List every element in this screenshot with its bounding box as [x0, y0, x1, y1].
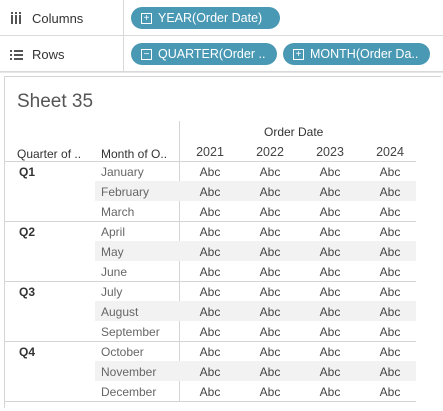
table-cell[interactable]: Abc — [246, 365, 294, 379]
table-cell[interactable]: Abc — [306, 385, 354, 399]
pill-label: MONTH(Order Da.. — [310, 47, 419, 61]
table-cell[interactable]: Abc — [306, 225, 354, 239]
table-cell[interactable]: Abc — [246, 205, 294, 219]
table-cell[interactable]: Abc — [246, 165, 294, 179]
worksheet-view: Sheet 35 Order Date Quarter of .. Month … — [4, 76, 441, 408]
quarter-label[interactable]: Q1 — [19, 165, 35, 179]
table-cell[interactable]: Abc — [246, 385, 294, 399]
plus-box-icon[interactable]: + — [293, 48, 304, 60]
table-cell[interactable]: Abc — [306, 245, 354, 259]
table-cell[interactable]: Abc — [306, 325, 354, 339]
columns-label-text: Columns — [32, 10, 84, 26]
table-cell[interactable]: Abc — [306, 205, 354, 219]
table-cell[interactable]: Abc — [246, 245, 294, 259]
quarter-divider — [5, 341, 416, 342]
quarter-label[interactable]: Q4 — [19, 345, 35, 359]
table-cell[interactable]: Abc — [246, 185, 294, 199]
table-cell[interactable]: Abc — [186, 165, 234, 179]
year-header-2023[interactable]: 2023 — [306, 145, 354, 159]
table-cell[interactable]: Abc — [366, 165, 414, 179]
shelf-divider — [0, 72, 443, 73]
month-label[interactable]: March — [101, 205, 134, 219]
quarter-divider — [5, 221, 416, 222]
table-cell[interactable]: Abc — [366, 225, 414, 239]
grid-vline — [179, 121, 180, 401]
table-cell[interactable]: Abc — [366, 205, 414, 219]
rows-label-text: Rows — [32, 46, 65, 62]
month-order-date-pill[interactable]: + MONTH(Order Da.. — [283, 43, 430, 65]
table-cell[interactable]: Abc — [186, 345, 234, 359]
table-cell[interactable]: Abc — [246, 265, 294, 279]
month-label[interactable]: February — [101, 185, 149, 199]
sheet-title: Sheet 35 — [17, 91, 94, 112]
table-cell[interactable]: Abc — [186, 325, 234, 339]
table-cell[interactable]: Abc — [246, 285, 294, 299]
table-cell[interactable]: Abc — [306, 305, 354, 319]
year-order-date-pill[interactable]: + YEAR(Order Date) — [131, 7, 280, 29]
table-cell[interactable]: Abc — [366, 345, 414, 359]
month-label[interactable]: September — [101, 325, 160, 339]
year-header-2024[interactable]: 2024 — [366, 145, 414, 159]
table-cell[interactable]: Abc — [306, 185, 354, 199]
table-cell[interactable]: Abc — [366, 305, 414, 319]
table-cell[interactable]: Abc — [366, 385, 414, 399]
table-cell[interactable]: Abc — [246, 305, 294, 319]
month-label[interactable]: November — [101, 365, 156, 379]
month-label[interactable]: April — [101, 225, 125, 239]
month-field-header[interactable]: Month of O.. — [101, 147, 167, 161]
quarter-field-header[interactable]: Quarter of .. — [17, 147, 81, 161]
year-header-2021[interactable]: 2021 — [186, 145, 234, 159]
pill-label: YEAR(Order Date) — [158, 11, 263, 25]
table-cell[interactable]: Abc — [186, 265, 234, 279]
table-cell[interactable]: Abc — [246, 345, 294, 359]
table-cell[interactable]: Abc — [366, 185, 414, 199]
table-cell[interactable]: Abc — [366, 365, 414, 379]
columns-icon — [10, 12, 24, 24]
quarter-label[interactable]: Q2 — [19, 225, 35, 239]
table-cell[interactable]: Abc — [306, 345, 354, 359]
table-cell[interactable]: Abc — [306, 165, 354, 179]
rows-shelf-label: Rows — [0, 36, 124, 72]
table-cell[interactable]: Abc — [246, 225, 294, 239]
table-cell[interactable]: Abc — [186, 385, 234, 399]
month-label[interactable]: July — [101, 285, 122, 299]
grid-hline — [5, 161, 416, 162]
quarter-divider — [5, 281, 416, 282]
columns-shelf-label: Columns — [0, 0, 124, 36]
table-cell[interactable]: Abc — [246, 325, 294, 339]
quarter-divider — [5, 401, 416, 402]
table-cell[interactable]: Abc — [366, 325, 414, 339]
month-label[interactable]: January — [101, 165, 144, 179]
columns-shelf: Columns + YEAR(Order Date) — [0, 0, 443, 36]
table-cell[interactable]: Abc — [186, 365, 234, 379]
table-cell[interactable]: Abc — [366, 265, 414, 279]
pill-label: QUARTER(Order .. — [158, 47, 266, 61]
year-header-2022[interactable]: 2022 — [246, 145, 294, 159]
month-label[interactable]: December — [101, 385, 156, 399]
table-cell[interactable]: Abc — [306, 285, 354, 299]
table-cell[interactable]: Abc — [186, 245, 234, 259]
column-group-header[interactable]: Order Date — [264, 125, 323, 139]
minus-box-icon[interactable]: − — [141, 48, 152, 60]
quarter-label[interactable]: Q3 — [19, 285, 35, 299]
table-cell[interactable]: Abc — [306, 365, 354, 379]
table-cell[interactable]: Abc — [186, 285, 234, 299]
table-cell[interactable]: Abc — [306, 265, 354, 279]
table-cell[interactable]: Abc — [186, 185, 234, 199]
quarter-order-date-pill[interactable]: − QUARTER(Order .. — [131, 43, 277, 65]
month-label[interactable]: August — [101, 305, 138, 319]
month-label[interactable]: October — [101, 345, 144, 359]
month-label[interactable]: June — [101, 265, 127, 279]
table-cell[interactable]: Abc — [366, 285, 414, 299]
table-cell[interactable]: Abc — [186, 305, 234, 319]
rows-shelf: Rows − QUARTER(Order .. + MONTH(Order Da… — [0, 36, 443, 72]
table-cell[interactable]: Abc — [186, 225, 234, 239]
table-cell[interactable]: Abc — [366, 245, 414, 259]
plus-box-icon[interactable]: + — [141, 12, 152, 24]
rows-icon — [10, 49, 24, 60]
table-cell[interactable]: Abc — [186, 205, 234, 219]
month-label[interactable]: May — [101, 245, 124, 259]
